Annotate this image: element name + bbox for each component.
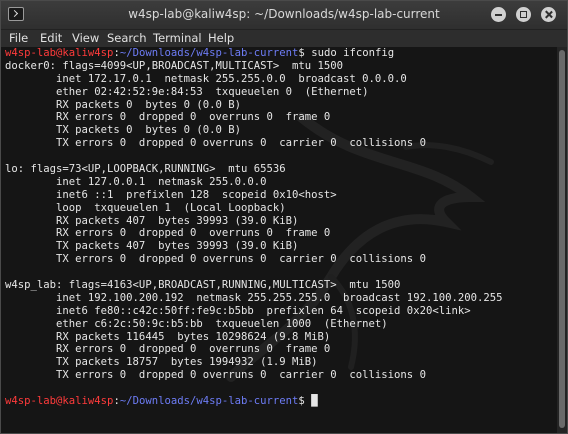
- output-line: RX errors 0 dropped 0 overruns 0 frame 0: [5, 111, 331, 124]
- output-line: TX errors 0 dropped 0 overruns 0 carrier…: [5, 253, 426, 266]
- output-line: ether 02:42:52:9e:84:53 txqueuelen 0 (Et…: [5, 85, 369, 98]
- output-line: RX packets 116445 bytes 10298624 (9.8 Mi…: [5, 330, 331, 343]
- menu-terminal[interactable]: Terminal: [153, 31, 202, 45]
- output-line: inet 127.0.0.1 netmask 255.0.0.0: [5, 175, 267, 188]
- output-line: inet6 ::1 prefixlen 128 scopeid 0x10<hos…: [5, 188, 337, 201]
- output-line: inet 172.17.0.1 netmask 255.255.0.0 broa…: [5, 72, 407, 85]
- title-bar[interactable]: w4sp-lab@kaliw4sp: ~/Downloads/w4sp-lab-…: [1, 1, 567, 30]
- terminal-window: w4sp-lab@kaliw4sp: ~/Downloads/w4sp-lab-…: [0, 0, 568, 434]
- output-line: TX packets 18757 bytes 1994932 (1.9 MiB): [5, 356, 318, 369]
- output-line: TX packets 407 bytes 39993 (39.0 KiB): [5, 240, 299, 253]
- output-line: inet 192.100.200.192 netmask 255.255.255…: [5, 291, 503, 304]
- output-line: ether c6:2c:50:9c:b5:bb txqueuelen 1000 …: [5, 317, 388, 330]
- prompt-path: ~/Downloads/w4sp-lab-current: [119, 47, 299, 59]
- output-line: RX errors 0 dropped 0 overruns 0 frame 0: [5, 343, 331, 356]
- output-line: [5, 382, 502, 395]
- close-icon[interactable]: [541, 7, 556, 22]
- prompt-user-host: w4sp-lab@kaliw4sp: [5, 47, 114, 59]
- output-line: docker0: flags=4099<UP,BROADCAST,MULTICA…: [5, 59, 344, 72]
- menu-view[interactable]: View: [72, 31, 99, 45]
- output-line: loop txqueuelen 1 (Local Loopback): [5, 201, 286, 214]
- menu-file[interactable]: File: [9, 31, 28, 45]
- scrollbar-thumb[interactable]: [559, 50, 565, 428]
- scrollbar[interactable]: [557, 47, 567, 433]
- text-cursor: █: [311, 395, 318, 408]
- output-line: [5, 150, 502, 163]
- output-line: RX packets 0 bytes 0 (0.0 B): [5, 98, 241, 111]
- output-line: w4sp_lab: flags=4163<UP,BROADCAST,RUNNIN…: [5, 279, 401, 292]
- command-text: sudo ifconfig: [304, 47, 395, 59]
- minimize-icon[interactable]: [491, 7, 506, 22]
- prompt-user-host: w4sp-lab@kaliw4sp: [5, 395, 114, 408]
- prompt-path: ~/Downloads/w4sp-lab-current: [119, 395, 299, 408]
- output-line: lo: flags=73<UP,LOOPBACK,RUNNING> mtu 65…: [5, 163, 286, 176]
- output-line: [5, 266, 502, 279]
- menu-help[interactable]: Help: [208, 31, 234, 45]
- terminal-lines: w4sp-lab@kaliw4sp:~/Downloads/w4sp-lab-c…: [5, 47, 502, 408]
- output-line: inet6 fe80::c42c:50ff:fe9c:b5bb prefixle…: [5, 304, 471, 317]
- menu-search[interactable]: Search: [107, 31, 147, 45]
- output-line: RX errors 0 dropped 0 overruns 0 frame 0: [5, 227, 331, 240]
- menu-edit[interactable]: Edit: [40, 31, 62, 45]
- output-line: TX packets 0 bytes 0 (0.0 B): [5, 124, 241, 137]
- menu-bar: File Edit View Search Terminal Help: [1, 30, 567, 47]
- command-line: w4sp-lab@kaliw4sp:~/Downloads/w4sp-lab-c…: [5, 47, 502, 60]
- output-line: TX errors 0 dropped 0 overruns 0 carrier…: [5, 369, 426, 382]
- terminal-output-area[interactable]: w4sp-lab@kaliw4sp:~/Downloads/w4sp-lab-c…: [1, 47, 557, 433]
- maximize-icon[interactable]: [516, 7, 531, 22]
- window-title: w4sp-lab@kaliw4sp: ~/Downloads/w4sp-lab-…: [128, 7, 440, 21]
- output-line: RX packets 407 bytes 39993 (39.0 KiB): [5, 214, 299, 227]
- output-line: TX errors 0 dropped 0 overruns 0 carrier…: [5, 137, 426, 150]
- prompt-line: w4sp-lab@kaliw4sp:~/Downloads/w4sp-lab-c…: [5, 395, 502, 408]
